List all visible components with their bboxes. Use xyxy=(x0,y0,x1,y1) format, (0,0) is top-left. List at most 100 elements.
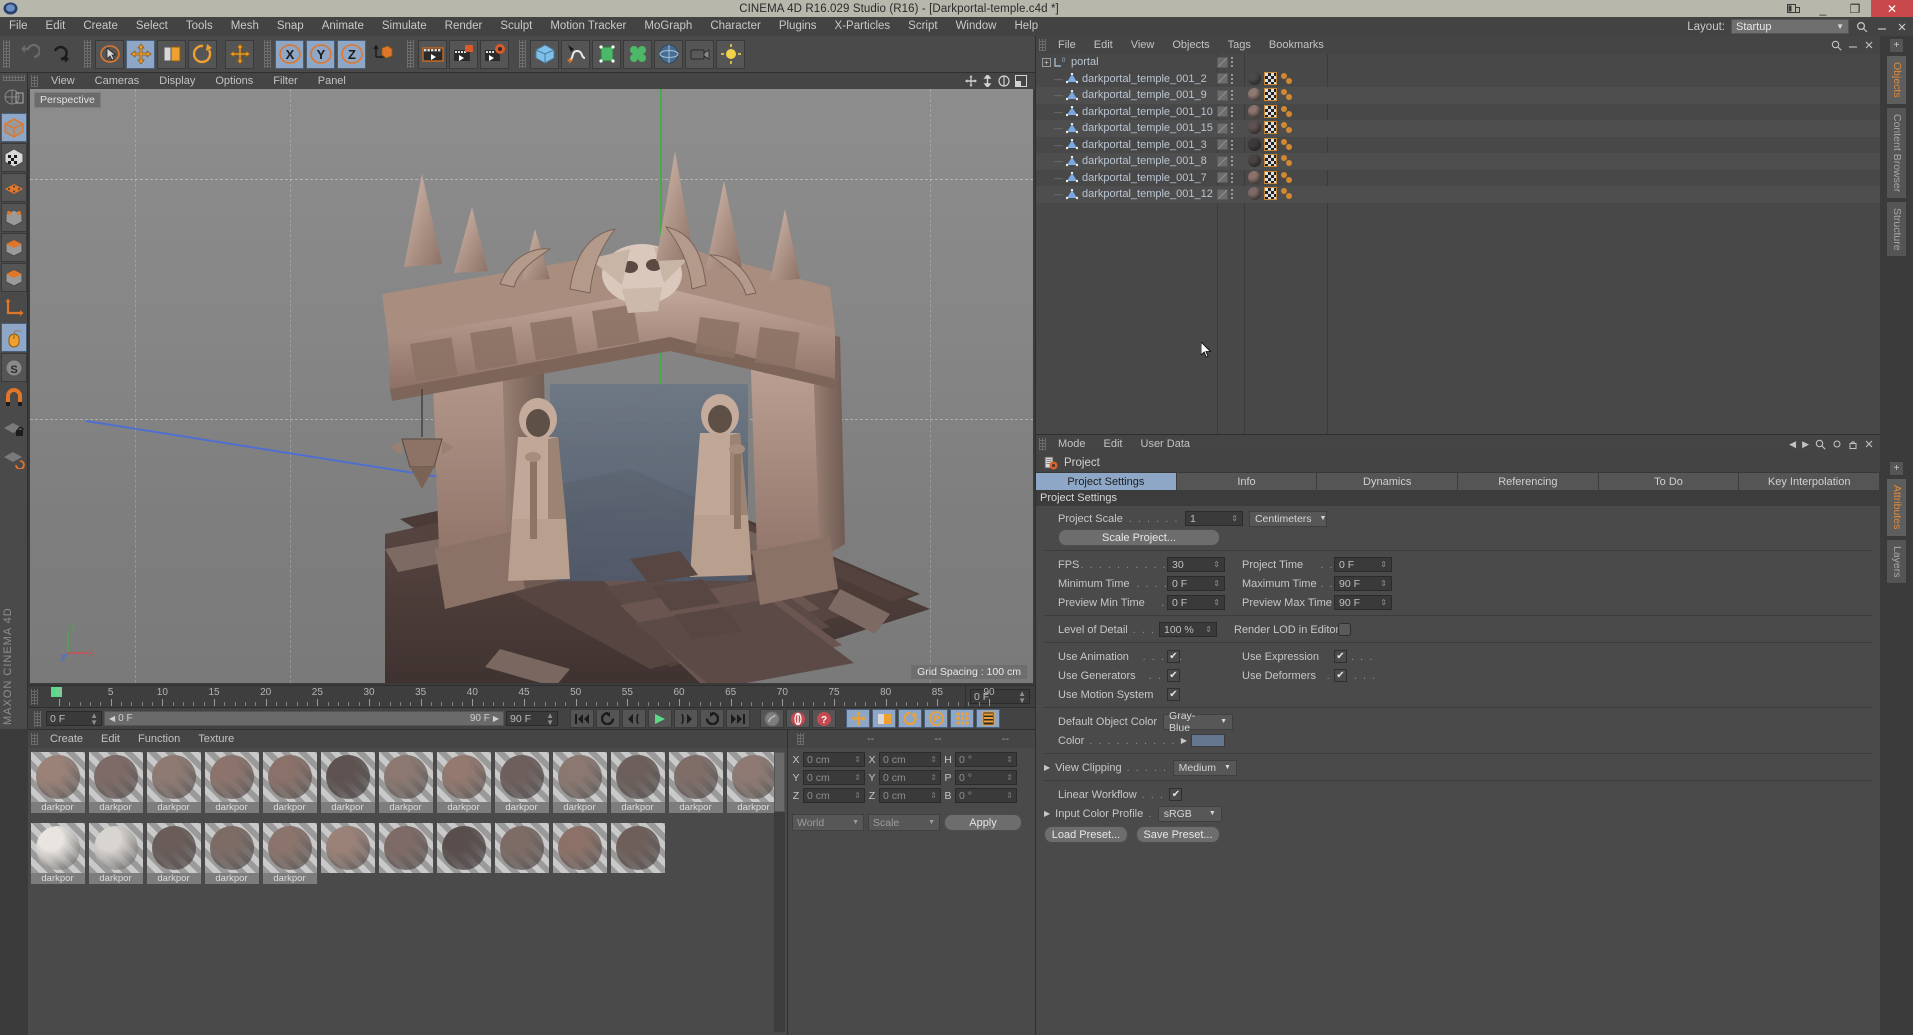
world-object-axis-icon[interactable] xyxy=(368,39,397,69)
scrub-right-arrow[interactable]: ▶ xyxy=(493,714,499,723)
material-item[interactable] xyxy=(552,823,607,891)
material-tag-icon[interactable] xyxy=(1248,170,1261,184)
render-region-icon[interactable] xyxy=(449,39,478,69)
menu-item-mesh[interactable]: Mesh xyxy=(222,17,268,36)
material-preview[interactable] xyxy=(552,752,607,802)
attributes-tab[interactable]: Info xyxy=(1176,473,1318,490)
material-preview[interactable] xyxy=(668,752,723,802)
generator-icon[interactable] xyxy=(592,39,621,69)
redo-icon[interactable] xyxy=(45,39,74,69)
viewport-menu-filter[interactable]: Filter xyxy=(263,73,307,89)
material-item[interactable]: darkpor xyxy=(146,752,201,820)
material-item[interactable]: darkpor xyxy=(88,823,143,891)
material-grid[interactable]: darkpor darkpor darkpor darkpor darkpor darkp… xyxy=(28,748,787,895)
coordinates-grip[interactable] xyxy=(797,733,804,745)
tag-dots-icon[interactable] xyxy=(1231,156,1233,167)
make-editable-icon[interactable] xyxy=(1,83,27,112)
stepper-icon[interactable]: ⇕ xyxy=(1006,773,1013,782)
rotation-field[interactable]: 0 ° ⇕ xyxy=(955,770,1017,785)
menu-item-script[interactable]: Script xyxy=(899,17,946,36)
material-item[interactable]: darkpor xyxy=(30,823,85,891)
attributes-tab[interactable]: Key Interpolation xyxy=(1739,473,1881,490)
material-preview[interactable] xyxy=(204,823,259,873)
phong-tag-icon[interactable] xyxy=(1280,187,1293,200)
lock-workplane-icon[interactable] xyxy=(1,413,27,442)
toolbar-grip-2[interactable] xyxy=(84,40,91,68)
menu-item-sculpt[interactable]: Sculpt xyxy=(491,17,541,36)
material-preview[interactable] xyxy=(30,823,85,873)
edges-mode-icon[interactable] xyxy=(1,203,27,232)
material-manager-grip[interactable] xyxy=(31,733,38,745)
linear-workflow-checkbox[interactable]: ✔ xyxy=(1169,788,1183,801)
autokey-icon[interactable] xyxy=(786,709,810,728)
coordinate-mode-select[interactable]: Scale ▼ xyxy=(868,814,940,831)
object-row[interactable]: — darkportal_temple_001_10 xyxy=(1036,104,1880,121)
checkbox[interactable]: ✔ xyxy=(1334,650,1347,663)
menu-item-character[interactable]: Character xyxy=(701,17,770,36)
checkbox[interactable]: ✔ xyxy=(1167,669,1180,682)
viewport-grip[interactable] xyxy=(31,75,38,87)
layout-select[interactable]: Startup ▼ xyxy=(1731,19,1849,34)
object-tag-zone[interactable] xyxy=(1217,87,1233,104)
toolbar-grip[interactable] xyxy=(3,40,10,68)
menu-item-edit[interactable]: Edit xyxy=(37,17,75,36)
tag-dots-icon[interactable] xyxy=(1231,123,1233,134)
previous-frame-icon[interactable] xyxy=(622,709,646,728)
nav-forward-icon[interactable]: ▶ xyxy=(1802,439,1809,450)
stepper-icon[interactable]: ⇕ xyxy=(1213,560,1220,569)
stepper-icon[interactable]: ⇕ xyxy=(930,791,937,800)
material-preview[interactable] xyxy=(88,752,143,802)
vertical-tab[interactable]: Layers xyxy=(1886,538,1907,585)
panel-toggle-icon[interactable] xyxy=(1779,0,1807,17)
texture-tag-icon[interactable] xyxy=(1264,104,1277,118)
render-lod-checkbox[interactable]: ✔ xyxy=(1338,623,1351,636)
play-loop-icon[interactable] xyxy=(700,709,724,728)
stepper-icon[interactable]: ▲ ▼ xyxy=(1018,689,1026,704)
stepper-icon[interactable]: ⇕ xyxy=(1006,791,1013,800)
tag-dots-icon[interactable] xyxy=(1231,139,1233,150)
phong-tag-icon[interactable] xyxy=(1280,171,1293,184)
level-of-detail-field[interactable]: 100 % ⇕ xyxy=(1159,622,1217,637)
object-tag-zone[interactable] xyxy=(1217,137,1233,154)
dolly-icon[interactable] xyxy=(982,75,993,87)
material-item[interactable]: darkpor xyxy=(88,752,143,820)
object-menu-file[interactable]: File xyxy=(1049,36,1085,54)
material-item[interactable]: darkpor xyxy=(320,752,375,820)
menu-item-select[interactable]: Select xyxy=(127,17,177,36)
color-expand-icon[interactable]: ▶ xyxy=(1181,736,1187,745)
render-settings-icon[interactable] xyxy=(480,39,509,69)
minimize-button[interactable]: _ xyxy=(1807,0,1839,17)
object-tags[interactable] xyxy=(1248,154,1293,167)
attributes-tab[interactable]: Dynamics xyxy=(1317,473,1459,490)
input-color-profile-expand-icon[interactable]: ▶ xyxy=(1044,809,1050,818)
menu-item-simulate[interactable]: Simulate xyxy=(373,17,436,36)
planar-workplane-icon[interactable] xyxy=(1,443,27,472)
maximize-view-icon[interactable] xyxy=(1015,75,1027,87)
material-item[interactable]: darkpor xyxy=(204,752,259,820)
material-preview[interactable] xyxy=(552,823,607,873)
vertical-tab[interactable]: Objects xyxy=(1886,55,1907,105)
toolbar-grip-5[interactable] xyxy=(519,40,526,68)
texture-tag-icon[interactable] xyxy=(1264,137,1277,151)
material-menu-edit[interactable]: Edit xyxy=(92,730,129,748)
attribute-field[interactable]: 0 F ⇕ xyxy=(1167,576,1225,591)
material-preview[interactable] xyxy=(320,823,375,873)
timeline-ruler[interactable]: 0 5 10 15 20 25 30 35 40 45 50 55 60 65 70 75 80 85 90 xyxy=(51,686,995,708)
points-mode-icon[interactable] xyxy=(1,173,27,202)
material-preview[interactable] xyxy=(726,752,781,802)
object-tags[interactable] xyxy=(1248,71,1293,85)
stepper-icon[interactable]: ⇕ xyxy=(1213,598,1220,607)
tag-dots-icon[interactable] xyxy=(1231,106,1233,117)
stepper-icon[interactable]: ⇕ xyxy=(1006,755,1013,764)
material-item[interactable] xyxy=(436,823,491,891)
visibility-tag-icon[interactable] xyxy=(1217,172,1228,184)
color-swatch[interactable] xyxy=(1191,734,1226,747)
material-menu-create[interactable]: Create xyxy=(41,730,92,748)
maximize-button[interactable]: ❐ xyxy=(1839,0,1871,17)
search-icon[interactable] xyxy=(1831,40,1842,51)
material-item[interactable]: darkpor xyxy=(378,752,433,820)
load-preset-button[interactable]: Load Preset... xyxy=(1044,826,1128,843)
size-field[interactable]: 0 cm ⇕ xyxy=(879,752,941,767)
attributes-menu-mode[interactable]: Mode xyxy=(1049,435,1095,453)
phong-tag-icon[interactable] xyxy=(1280,105,1293,118)
